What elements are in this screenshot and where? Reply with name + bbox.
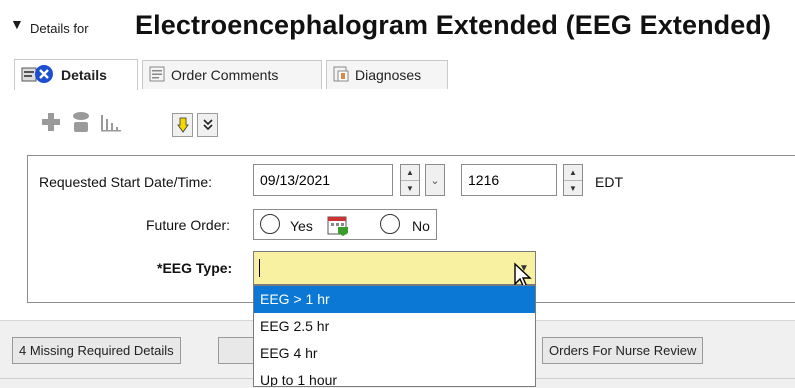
tab-diagnoses[interactable]: Diagnoses (326, 60, 448, 89)
date-spinner[interactable]: ▲ ▼ (400, 164, 420, 196)
start-datetime-label: Requested Start Date/Time: (39, 174, 213, 190)
missing-details-button[interactable]: 4 Missing Required Details (12, 337, 181, 364)
eeg-option[interactable]: Up to 1 hour (254, 367, 535, 386)
start-date-field[interactable]: 09/13/2021 (253, 164, 393, 196)
timezone-label: EDT (595, 174, 623, 190)
add-icon[interactable] (40, 111, 62, 139)
eeg-type-dropdown: EEG > 1 hr EEG 2.5 hr EEG 4 hr Up to 1 h… (253, 285, 536, 387)
spin-up-icon[interactable]: ▲ (564, 165, 582, 181)
future-yes-radio[interactable] (260, 214, 280, 234)
future-no-radio[interactable] (380, 214, 400, 234)
future-no-label: No (412, 218, 430, 234)
future-yes-label: Yes (290, 218, 313, 234)
diagnoses-icon (333, 66, 349, 85)
tab-order-comments[interactable]: Order Comments (142, 60, 322, 89)
eeg-option[interactable]: EEG 2.5 hr (254, 313, 535, 340)
header-prefix: Details for (30, 21, 89, 36)
next-required-button[interactable] (172, 113, 193, 137)
text-caret (259, 259, 260, 277)
collapse-triangle-icon[interactable]: ▼ (10, 16, 24, 32)
spin-down-icon[interactable]: ▼ (564, 181, 582, 196)
spin-up-icon[interactable]: ▲ (401, 165, 419, 181)
remove-icon[interactable] (70, 110, 92, 140)
future-order-label: Future Order: (146, 217, 231, 233)
tab-order-comments-label: Order Comments (171, 67, 279, 83)
comments-icon (149, 66, 165, 85)
yellow-down-arrow-icon (176, 117, 189, 133)
eeg-option[interactable]: EEG 4 hr (254, 340, 535, 367)
time-spinner[interactable]: ▲ ▼ (563, 164, 583, 196)
spin-down-icon[interactable]: ▼ (401, 181, 419, 196)
details-header: ▼ Details for Electroencephalogram Exten… (0, 0, 795, 56)
date-picker-button[interactable]: ⌄ (425, 164, 445, 196)
chevron-down-icon: ⌄ (430, 174, 440, 187)
details-error-icon (21, 64, 55, 87)
tab-details-label: Details (61, 67, 107, 83)
order-title: Electroencephalogram Extended (EEG Exten… (135, 10, 772, 40)
expand-all-button[interactable] (197, 113, 218, 137)
tab-bar: Details Order Comments Diagnoses (0, 56, 795, 91)
tab-diagnoses-label: Diagnoses (355, 67, 422, 83)
tab-details[interactable]: Details (14, 59, 138, 90)
eeg-option[interactable]: EEG > 1 hr (254, 286, 535, 313)
double-chevron-down-icon (202, 119, 213, 131)
start-time-field[interactable]: 1216 (461, 164, 557, 196)
nurse-review-button[interactable]: Orders For Nurse Review (542, 337, 704, 364)
status-hidden-button[interactable] (218, 337, 258, 364)
chart-icon[interactable] (99, 111, 123, 139)
calendar-icon[interactable] (326, 213, 348, 236)
eeg-type-combobox[interactable]: ▼ (253, 251, 536, 285)
eeg-type-label: *EEG Type: (157, 260, 233, 276)
